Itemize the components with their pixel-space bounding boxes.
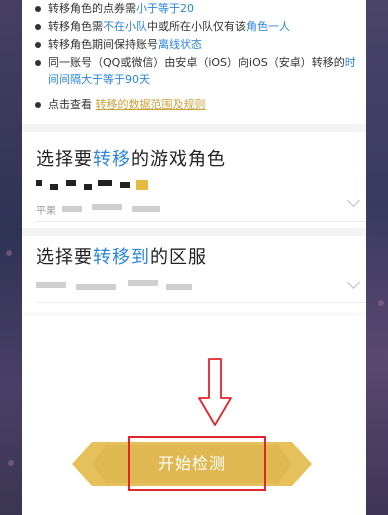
- redacted-role-info: [132, 206, 160, 212]
- highlight-text: 离线状态: [158, 38, 202, 51]
- rule-text: 中或所在小队仅有该: [147, 20, 246, 33]
- rule-item: 转移角色需不在小队中或所在小队仅有该角色一人: [32, 18, 362, 35]
- redacted-server-name: [36, 282, 66, 288]
- background-sparkle: [8, 460, 14, 466]
- server-section-title: 选择要转移到的区服: [36, 243, 207, 269]
- rule-text: 转移角色需: [48, 20, 103, 33]
- transfer-card: 转移角色的点券需小于等于20 转移角色需不在小队中或所在小队仅有该角色一人 转移…: [22, 0, 366, 515]
- redacted-role-info: [62, 206, 82, 212]
- redacted-role-name: [98, 180, 112, 186]
- redacted-role-name: [66, 180, 76, 186]
- highlight-text: 不在小队: [103, 20, 147, 33]
- highlight-text: 转移到: [93, 247, 150, 268]
- section-divider: [22, 124, 366, 132]
- data-range-link[interactable]: 转移的数据范围及规则: [96, 98, 206, 111]
- role-select[interactable]: 平果: [36, 176, 366, 222]
- rule-text: 的游戏角色: [131, 149, 226, 170]
- annotation-highlight-box: [128, 436, 266, 491]
- redacted-role-name: [36, 180, 42, 186]
- redacted-role-name: [50, 184, 58, 190]
- redacted-server-name: [128, 280, 158, 286]
- role-platform: 平果: [36, 206, 56, 217]
- annotation-arrow-icon: [198, 358, 232, 426]
- chevron-down-icon: [347, 194, 360, 207]
- redacted-role-name: [120, 182, 130, 188]
- rule-text: 同一账号（QQ或微信）由安卓（iOS）向iOS（安卓）转移的: [48, 56, 345, 69]
- highlight-text: 小于等于20: [136, 2, 194, 15]
- rule-text: 的区服: [150, 247, 207, 268]
- redacted-server-name: [166, 284, 192, 290]
- rule-text: 转移角色期间保持账号: [48, 38, 158, 51]
- highlight-text: 角色一人: [246, 20, 290, 33]
- chevron-down-icon: [347, 276, 360, 289]
- role-badge-icon: [136, 180, 148, 190]
- rule-text: 转移角色的点券需: [48, 2, 136, 15]
- redacted-role-info: [92, 204, 122, 210]
- rules-list: 转移角色的点券需小于等于20 转移角色需不在小队中或所在小队仅有该角色一人 转移…: [32, 0, 362, 114]
- highlight-text: 转移: [93, 149, 131, 170]
- role-section-title: 选择要转移的游戏角色: [36, 145, 226, 171]
- background-left: [0, 0, 22, 515]
- redacted-role-name: [84, 184, 92, 190]
- background-sparkle: [6, 250, 12, 256]
- rule-item: 转移角色期间保持账号离线状态: [32, 36, 362, 53]
- section-divider: [22, 312, 366, 316]
- server-select[interactable]: [36, 272, 366, 303]
- background-right: [366, 0, 388, 515]
- rule-item: 同一账号（QQ或微信）由安卓（iOS）向iOS（安卓）转移的时间间隔大于等于90…: [32, 54, 362, 88]
- data-link-prefix: 点击查看: [48, 98, 92, 111]
- section-divider: [22, 228, 366, 236]
- background-sparkle: [378, 300, 384, 306]
- rule-item: 转移角色的点券需小于等于20: [32, 0, 362, 17]
- rule-item-data-link: 点击查看 转移的数据范围及规则: [32, 96, 362, 113]
- redacted-server-name: [76, 284, 116, 290]
- rule-text: 选择要: [36, 149, 93, 170]
- rule-text: 选择要: [36, 247, 93, 268]
